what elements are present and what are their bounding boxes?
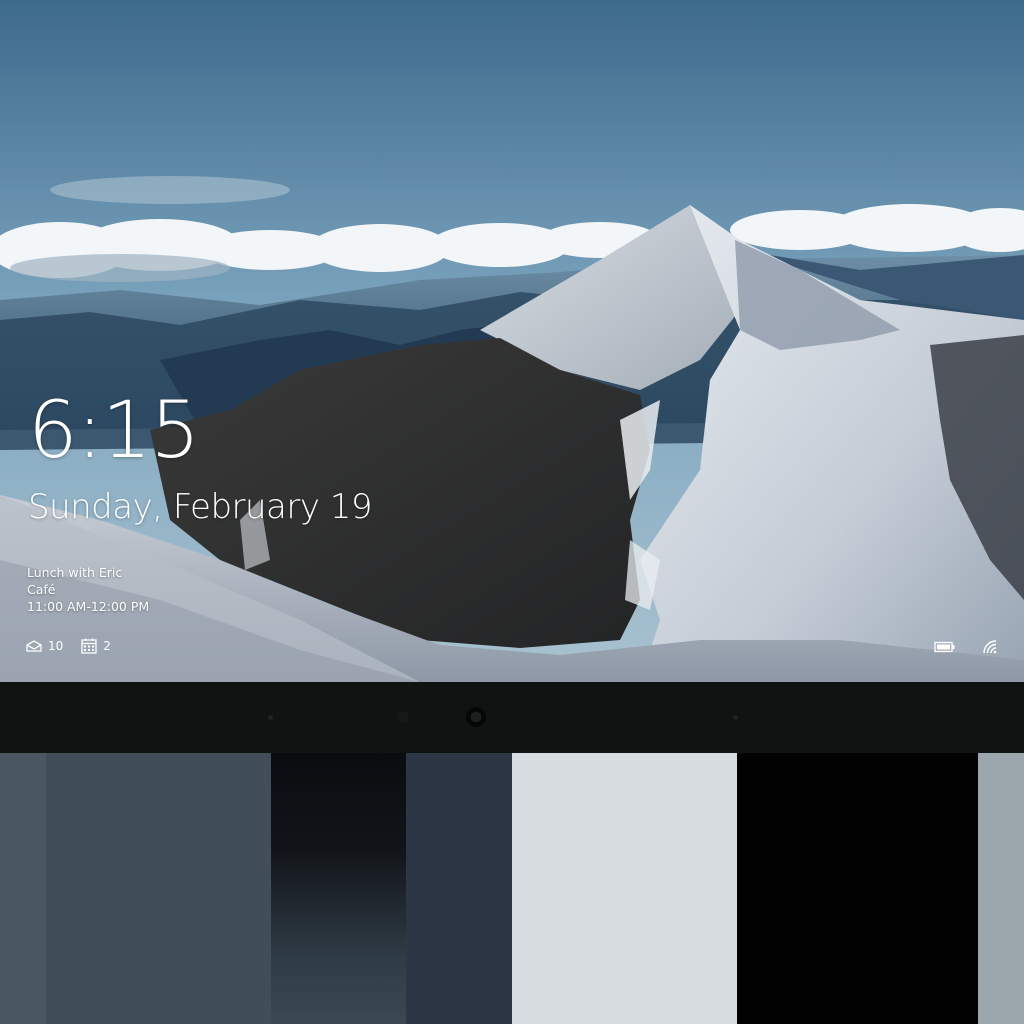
calendar-icon — [81, 638, 97, 654]
device-bezel — [0, 682, 1024, 753]
sensor-dot — [397, 711, 409, 723]
swatch — [737, 753, 978, 1024]
system-status — [908, 639, 998, 655]
calendar-badge[interactable]: 2 — [81, 638, 111, 654]
swatch — [406, 753, 512, 1024]
battery-icon — [934, 641, 955, 653]
wallpaper-image — [0, 0, 1024, 682]
clock-time: 6:15 — [28, 386, 200, 476]
swatch — [271, 753, 406, 1024]
camera-icon — [466, 707, 486, 727]
mail-count: 10 — [48, 639, 64, 653]
swatch — [512, 753, 737, 1024]
mail-icon — [26, 640, 42, 652]
wifi-icon — [983, 640, 997, 654]
event-location: Café — [27, 582, 56, 597]
swatch — [46, 753, 271, 1024]
swatch — [0, 753, 46, 1024]
clock-date: Sunday, February 19 — [28, 487, 373, 527]
lock-screen: 6:15 Sunday, February 19 Lunch with Eric… — [0, 0, 1024, 682]
event-title: Lunch with Eric — [27, 565, 123, 580]
calendar-count: 2 — [103, 639, 111, 653]
notification-badges: 10 2 — [26, 638, 129, 654]
event-time-range: 11:00 AM-12:00 PM — [27, 599, 150, 614]
mail-badge[interactable]: 10 — [26, 639, 63, 653]
swatch — [978, 753, 1024, 1024]
sensor-dot-left — [268, 715, 273, 720]
color-palette — [0, 753, 1024, 1024]
calendar-event[interactable]: Lunch with Eric Café 11:00 AM-12:00 PM — [27, 564, 149, 615]
sensor-dot-right — [733, 715, 738, 720]
